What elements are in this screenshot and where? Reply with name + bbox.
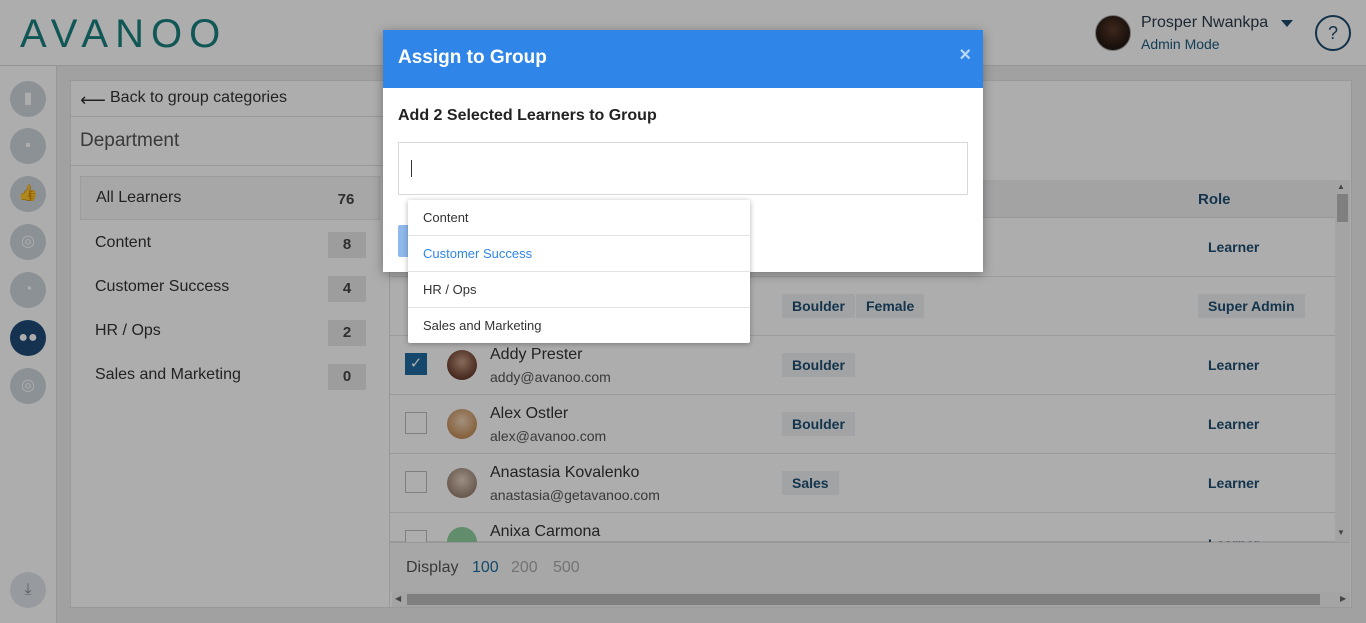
group-search-input[interactable]: [398, 142, 968, 195]
modal-title: Assign to Group: [398, 47, 547, 68]
group-dropdown: Content Customer Success HR / Ops Sales …: [408, 200, 750, 343]
modal-subtitle: Add 2 Selected Learners to Group: [398, 107, 657, 124]
text-caret: [411, 160, 412, 177]
close-icon[interactable]: ×: [959, 44, 971, 67]
modal-header: Assign to Group ×: [383, 30, 983, 88]
dropdown-option-sales-marketing[interactable]: Sales and Marketing: [408, 308, 750, 344]
dropdown-option-hr-ops[interactable]: HR / Ops: [408, 272, 750, 308]
dropdown-option-customer-success[interactable]: Customer Success: [408, 236, 750, 272]
dropdown-option-content[interactable]: Content: [408, 200, 750, 236]
